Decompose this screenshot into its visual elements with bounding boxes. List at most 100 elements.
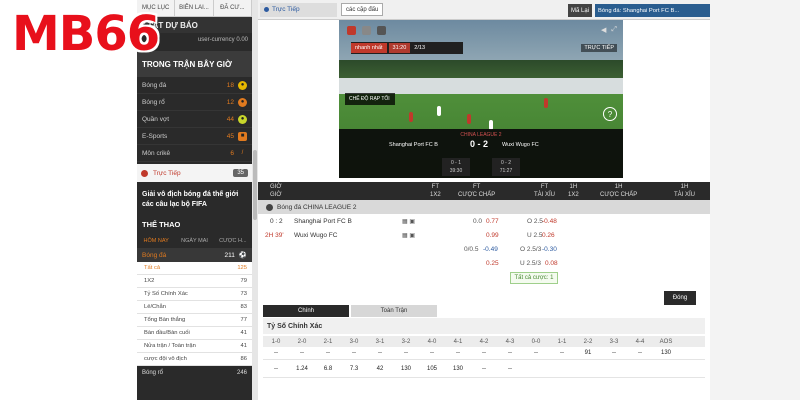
match-period-cell: 2H 39' (265, 232, 284, 239)
stats-icon[interactable] (377, 26, 386, 35)
scrollbar-thumb[interactable] (253, 150, 257, 220)
score-odds-cell[interactable]: -- (367, 347, 393, 359)
score-odds-cell[interactable] (653, 360, 679, 377)
bet-type-item[interactable]: Bàn đầu/Bàn cuối 41 (137, 327, 252, 340)
score-odds-cell[interactable]: -- (263, 347, 289, 359)
ou-odds[interactable]: 0.26 (542, 232, 555, 239)
match-title-bar[interactable]: Bóng đá: Shanghai Port FC B... (595, 4, 710, 17)
tab-tomorrow[interactable]: NGÀY MAI (175, 234, 213, 248)
live-video-player[interactable]: ◀ ⤢ nhanh nhất 31:20 2/13 TRỰC TIẾP CHẾ … (339, 20, 623, 178)
video-controls (347, 26, 386, 35)
period-score: 0 - 1 (450, 160, 461, 166)
odds-row: 0/0.5 -0.49 O 2.5/3 -0.30 (258, 243, 710, 257)
score-odds-cell[interactable] (549, 360, 575, 377)
tab-receipts[interactable]: BIÊN LAI... (175, 0, 214, 16)
tab-parlay[interactable]: CƯỢC H... (214, 234, 252, 248)
score-odds-cell[interactable] (523, 360, 549, 377)
hdp-odds[interactable]: 0.25 (486, 260, 499, 267)
sport-item-basketball[interactable]: Bóng rổ 12 ● (137, 94, 252, 111)
bet-type-item[interactable]: 1X2 79 (137, 275, 252, 288)
scorebug-label: nhanh nhất (351, 43, 387, 53)
score-odds-cell[interactable]: -- (471, 347, 497, 359)
ou-line: O 2.5/3 (520, 246, 542, 253)
collapse-icon[interactable] (266, 203, 273, 211)
period-1: 0 - 1 39:30 (442, 158, 470, 176)
score-odds-cell[interactable]: 6.8 (315, 360, 341, 377)
youtube-icon[interactable] (347, 26, 356, 35)
odds-row: 0 : 2 Shanghai Port FC B ▦ ▣ 0.0 0.77 O … (258, 215, 710, 229)
sidebar-live-item[interactable]: Trực Tiếp 35 (137, 164, 252, 182)
all-bets-button[interactable]: Tất cả cược: 1 (510, 272, 558, 284)
score-odds-cell[interactable] (601, 360, 627, 377)
score-odds-cell[interactable]: 1.24 (289, 360, 315, 377)
score-odds-cell[interactable]: 91 (575, 347, 601, 359)
sport-item-football[interactable]: Bóng đá 18 ● (137, 77, 252, 94)
bet-type-item[interactable]: Tổng Bàn thắng 77 (137, 314, 252, 327)
score-odds-cell[interactable]: -- (393, 347, 419, 359)
pairs-button[interactable]: các cặp đấu (341, 3, 384, 16)
score-odds-cell[interactable]: 105 (419, 360, 445, 377)
ou-odds[interactable]: -0.30 (542, 246, 557, 253)
score-odds-cell[interactable]: -- (627, 347, 653, 359)
ou-odds[interactable]: -0.48 (542, 218, 557, 225)
bet-type-item[interactable]: cược đội vô địch 86 (137, 353, 252, 366)
bet-type-item[interactable]: Lẻ/Chẵn 83 (137, 301, 252, 314)
score-odds-cell[interactable]: 130 (653, 347, 679, 359)
close-button[interactable]: Đóng (664, 291, 696, 305)
hdp-odds[interactable]: 0.77 (486, 218, 499, 225)
sport-item-esports[interactable]: E-Sports 45 ■ (137, 128, 252, 145)
camera-icon[interactable] (362, 26, 371, 35)
brand-logo: MB66 (12, 6, 160, 62)
stats-icon[interactable]: ▦ ▣ (402, 218, 415, 225)
score-odds-cell[interactable]: -- (445, 347, 471, 359)
bet-type-name: Tất cả (144, 265, 161, 271)
sport-category-football[interactable]: Bóng đá 211 ⚽ (137, 248, 252, 262)
score-odds-cell[interactable]: -- (341, 347, 367, 359)
hdp-odds[interactable]: -0.49 (483, 246, 498, 253)
category-name: Bóng đá (142, 251, 167, 259)
fullscreen-icon[interactable]: ⤢ (611, 26, 617, 34)
score-odds-cell[interactable]: 7.3 (341, 360, 367, 377)
bet-type-item[interactable]: Nửa trận / Toàn trận 41 (137, 340, 252, 353)
score-odds-cell[interactable]: -- (601, 347, 627, 359)
score-header-cell: 4-1 (453, 338, 463, 345)
score-odds-cell[interactable]: -- (315, 347, 341, 359)
ou-odds[interactable]: 0.08 (545, 260, 558, 267)
score-odds-cell[interactable] (575, 360, 601, 377)
score-odds-cell[interactable]: -- (549, 347, 575, 359)
volume-icon[interactable]: ◀ (601, 26, 606, 34)
stats-icon[interactable]: ▦ ▣ (402, 232, 415, 239)
sport-item-cricket[interactable]: Môn crikê 6 / (137, 145, 252, 162)
score-odds-cell[interactable]: -- (471, 360, 497, 377)
score-odds-cell[interactable]: -- (419, 347, 445, 359)
away-team-cell: Wuxi Wugo FC (294, 232, 338, 239)
tab-live[interactable]: Trực Tiếp (260, 2, 337, 17)
sport-count: 44 (226, 115, 234, 123)
bet-type-item[interactable]: Tỷ Số Chính Xác 73 (137, 288, 252, 301)
bet-type-name: Bàn đầu/Bàn cuối (144, 330, 190, 336)
tab-placed-bets[interactable]: ĐÃ CƯ... (214, 0, 252, 16)
theater-mode-button[interactable]: CHẾ ĐỘ RẠP TỐI (345, 93, 395, 105)
score-odds-cell[interactable]: -- (263, 360, 289, 377)
score-odds-cell[interactable]: -- (497, 360, 523, 377)
sport-count: 45 (226, 132, 234, 140)
sport-item-tennis[interactable]: Quần vợt 44 ● (137, 111, 252, 128)
score-odds-cell[interactable]: -- (523, 347, 549, 359)
promo-link[interactable]: Giải vô địch bóng đá thế giới các câu lạ… (137, 184, 252, 216)
tab-full-match[interactable]: Toàn Trận (351, 305, 437, 317)
score-odds-cell[interactable] (627, 360, 653, 377)
tab-main[interactable]: Chính (263, 305, 349, 317)
odds-row: 2H 39' Wuxi Wugo FC ▦ ▣ 0.99 U 2.5 0.26 (258, 229, 710, 243)
bet-type-item[interactable]: Tất cả 125 (137, 262, 252, 275)
score-odds-cell[interactable]: -- (289, 347, 315, 359)
sport-category-basketball[interactable]: Bóng rổ 246 (137, 366, 252, 379)
score-odds-cell[interactable]: 130 (393, 360, 419, 377)
score-odds-cell[interactable]: 42 (367, 360, 393, 377)
tab-today[interactable]: HÔM NAY (137, 234, 175, 248)
score-odds-cell[interactable]: 130 (445, 360, 471, 377)
hdp-odds[interactable]: 0.99 (486, 232, 499, 239)
refresh-button[interactable]: Mã Lại (568, 4, 592, 17)
league-group-row[interactable]: Bóng đá CHINA LEAGUE 2 (258, 200, 710, 214)
score-odds-cell[interactable]: -- (497, 347, 523, 359)
help-icon[interactable]: ? (603, 107, 617, 121)
